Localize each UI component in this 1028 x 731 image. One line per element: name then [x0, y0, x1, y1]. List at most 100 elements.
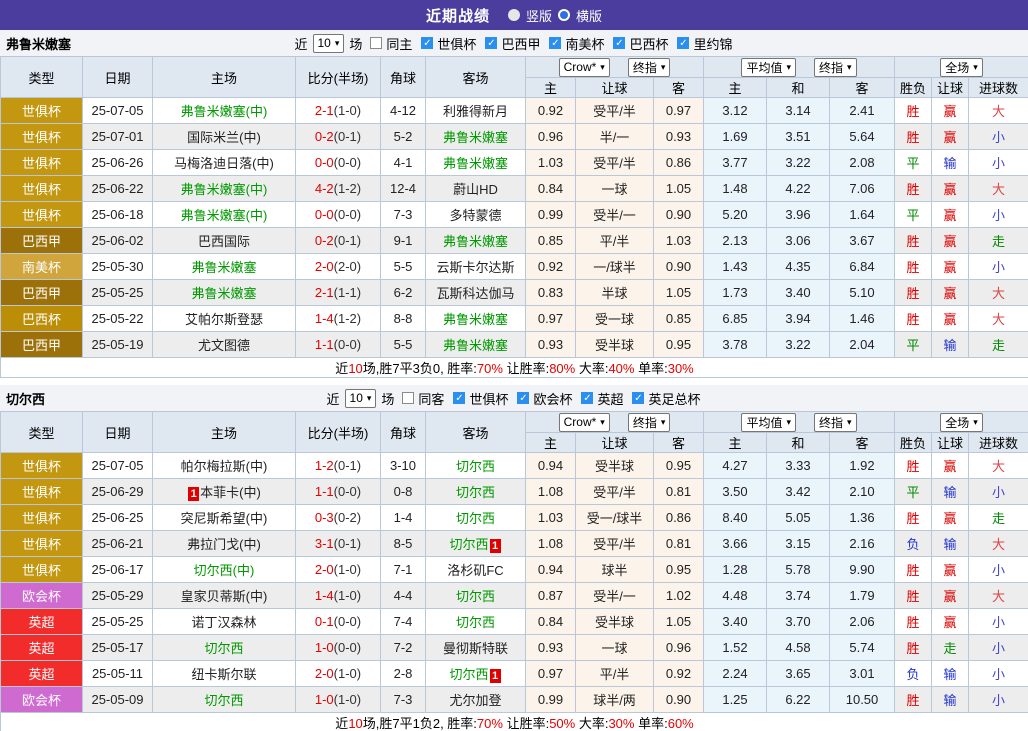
league-checkbox-label[interactable]: 巴西杯 — [629, 34, 668, 53]
handicap-cell: 受一/球半 — [576, 505, 654, 531]
odds-subcolumn-header: 客 — [654, 433, 704, 453]
league-cell: 巴西甲 — [1, 280, 83, 306]
goals-result-cell: 小 — [969, 150, 1028, 176]
home-team-name: 弗拉门戈(中) — [187, 537, 261, 552]
horizontal-layout-label[interactable]: 横版 — [576, 6, 602, 25]
odds-away-cell: 0.86 — [654, 150, 704, 176]
avg-odds-select[interactable]: 平均值▾ — [741, 58, 796, 77]
header-row-groups: 类型日期主场比分(半场)角球客场Crow*▾终指▾平均值▾终指▾全场▾ — [1, 57, 1028, 78]
odds-away-cell: 0.85 — [654, 306, 704, 332]
match-row: 世俱杯25-07-01国际米兰(中)0-2(0-1)5-2弗鲁米嫩塞0.96半/… — [1, 124, 1028, 150]
avg-home-cell: 3.78 — [704, 332, 767, 358]
odds-home-cell: 0.85 — [526, 228, 576, 254]
league-cell: 巴西杯 — [1, 306, 83, 332]
league-checkbox[interactable]: ✓ — [677, 37, 689, 49]
odds-subcolumn-header: 让球 — [576, 78, 654, 98]
match-scope-select[interactable]: 全场▾ — [940, 413, 983, 432]
handicap-cell: 受半/一 — [576, 583, 654, 609]
handicap-cell: 受平/半 — [576, 150, 654, 176]
league-checkbox-label[interactable]: 英超 — [597, 389, 623, 408]
league-checkbox[interactable]: ✓ — [549, 37, 561, 49]
column-header: 日期 — [83, 57, 153, 98]
home-team-name: 巴西国际 — [198, 234, 250, 249]
avg-draw-cell: 5.05 — [767, 505, 830, 531]
horizontal-layout-radio[interactable] — [558, 9, 570, 21]
home-team-name: 突尼斯希望(中) — [181, 511, 268, 526]
league-checkbox-label[interactable]: 世俱杯 — [469, 389, 508, 408]
date-cell: 25-05-29 — [83, 583, 153, 609]
match-row: 世俱杯25-06-18弗鲁米嫩塞(中)0-0(0-0)7-3多特蒙德0.99受半… — [1, 202, 1028, 228]
odds-final-select[interactable]: 终指▾ — [628, 58, 671, 77]
score-cell: 0-0(0-0) — [296, 202, 381, 228]
away-team-name: 曼彻斯特联 — [443, 641, 508, 656]
same-venue-checkbox[interactable] — [370, 37, 382, 49]
league-cell: 欧会杯 — [1, 583, 83, 609]
halftime-score: (1-0) — [334, 666, 361, 681]
summary-segment: 70% — [477, 361, 503, 376]
match-row: 世俱杯25-07-05帕尔梅拉斯(中)1-2(0-1)3-10切尔西0.94受半… — [1, 453, 1028, 479]
dropdown-arrow-icon: ▾ — [973, 418, 978, 427]
column-header: 角球 — [381, 412, 426, 453]
league-checkbox[interactable]: ✓ — [485, 37, 497, 49]
match-scope-select[interactable]: 全场▾ — [940, 58, 983, 77]
home-team-cell: 1本菲卡(中) — [153, 479, 296, 505]
odds-away-cell: 0.86 — [654, 505, 704, 531]
handicap-result-cell: 输 — [932, 661, 969, 687]
odds-company-select[interactable]: Crow*▾ — [559, 58, 610, 77]
score-cell: 0-3(0-2) — [296, 505, 381, 531]
league-checkbox-label[interactable]: 南美杯 — [565, 34, 604, 53]
score-cell: 0-2(0-1) — [296, 228, 381, 254]
date-cell: 25-05-09 — [83, 687, 153, 713]
league-checkbox-label[interactable]: 巴西甲 — [501, 34, 540, 53]
dropdown-arrow-icon: ▾ — [661, 63, 666, 72]
odds-final-select[interactable]: 终指▾ — [628, 413, 671, 432]
score-cell: 1-2(0-1) — [296, 453, 381, 479]
league-checkbox[interactable]: ✓ — [613, 37, 625, 49]
dropdown-arrow-icon: ▾ — [786, 418, 791, 427]
games-count-select[interactable]: 10▾ — [345, 389, 377, 408]
match-row: 世俱杯25-06-21弗拉门戈(中)3-1(0-1)8-5切尔西11.08受平/… — [1, 531, 1028, 557]
odds-away-cell: 0.93 — [654, 124, 704, 150]
vertical-layout-label[interactable]: 竖版 — [526, 6, 552, 25]
games-count-select[interactable]: 10▾ — [313, 34, 345, 53]
halftime-score: (0-0) — [334, 155, 361, 170]
odds-company-select[interactable]: Crow*▾ — [559, 413, 610, 432]
avg-odds-select[interactable]: 平均值▾ — [741, 413, 796, 432]
league-checkbox[interactable]: ✓ — [581, 392, 593, 404]
avg-draw-cell: 6.22 — [767, 687, 830, 713]
near-label: 近 — [327, 389, 340, 408]
away-team-name: 切尔西 — [456, 485, 495, 500]
same-venue-label[interactable]: 同客 — [418, 389, 444, 408]
away-team-name: 利雅得新月 — [443, 104, 508, 119]
match-result-cell: 平 — [895, 479, 932, 505]
odds-dropdown-group: Crow*▾ 终指▾ — [526, 57, 704, 78]
home-team-cell: 弗鲁米嫩塞(中) — [153, 176, 296, 202]
league-checkbox[interactable]: ✓ — [632, 392, 644, 404]
avg-home-cell: 6.85 — [704, 306, 767, 332]
avg-final-select[interactable]: 终指▾ — [814, 58, 857, 77]
halftime-score: (2-0) — [334, 259, 361, 274]
league-checkbox-label[interactable]: 欧会杯 — [533, 389, 572, 408]
league-checkbox[interactable]: ✓ — [421, 37, 433, 49]
odds-home-cell: 0.94 — [526, 557, 576, 583]
league-checkbox-label[interactable]: 里约锦 — [693, 34, 732, 53]
goals-result-cell: 小 — [969, 635, 1028, 661]
dropdown-label: 10 — [350, 391, 363, 405]
league-checkbox-label[interactable]: 英足总杯 — [648, 389, 700, 408]
handicap-cell: 受半/一 — [576, 202, 654, 228]
away-team-cell: 曼彻斯特联 — [426, 635, 526, 661]
score-cell: 1-0(1-0) — [296, 687, 381, 713]
avg-subcolumn-header: 和 — [767, 433, 830, 453]
league-checkbox-label[interactable]: 世俱杯 — [437, 34, 476, 53]
league-checkbox[interactable]: ✓ — [517, 392, 529, 404]
league-checkbox[interactable]: ✓ — [453, 392, 465, 404]
goals-result-cell: 大 — [969, 280, 1028, 306]
score-cell: 1-1(0-0) — [296, 479, 381, 505]
avg-final-select[interactable]: 终指▾ — [814, 413, 857, 432]
same-venue-label[interactable]: 同主 — [386, 34, 412, 53]
avg-draw-cell: 3.96 — [767, 202, 830, 228]
avg-home-cell: 1.52 — [704, 635, 767, 661]
column-header: 日期 — [83, 412, 153, 453]
vertical-layout-radio[interactable] — [508, 9, 520, 21]
same-venue-checkbox[interactable] — [402, 392, 414, 404]
